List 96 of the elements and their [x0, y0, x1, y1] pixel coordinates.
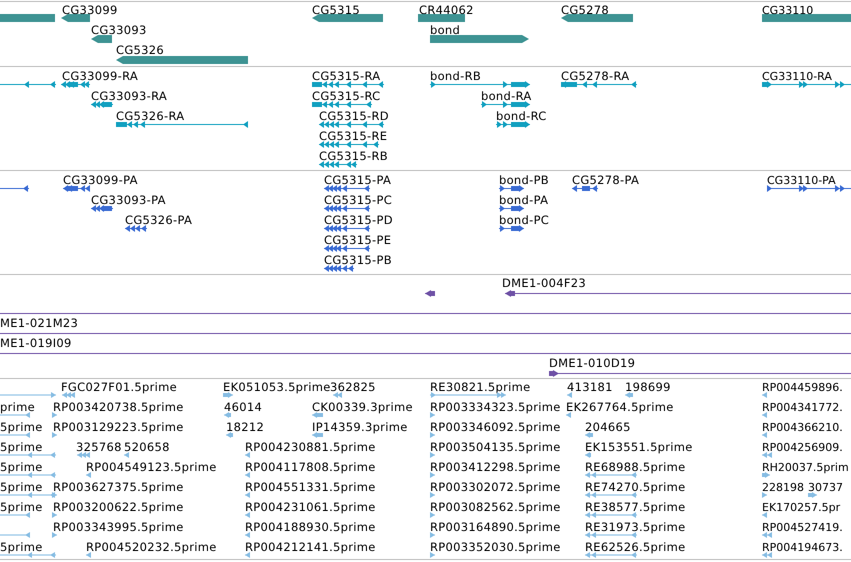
feature-label[interactable]: RP003627375.5prime	[53, 481, 184, 494]
feature-label[interactable]: CG5278-PA	[572, 174, 640, 187]
feature-label[interactable]: bond-RA	[481, 90, 532, 103]
feature-label[interactable]: RP004551331.5prime	[245, 481, 376, 494]
feature-label[interactable]: CG5315-PC	[324, 194, 392, 207]
feature-label[interactable]: RE30821.5prime	[430, 381, 531, 394]
feature-label[interactable]: bond-PA	[499, 194, 548, 207]
feature-label[interactable]: CG33099-PA	[63, 174, 138, 187]
feature-label[interactable]: CG5315-PA	[324, 174, 392, 187]
feature-label[interactable]: DME1-010D19	[549, 357, 636, 370]
feature-label[interactable]: EK267764.5prime	[566, 401, 674, 414]
feature-label[interactable]: RE38577.5prime	[585, 501, 686, 514]
feature-label[interactable]: CG5326	[116, 44, 164, 57]
feature-label[interactable]: 46014	[224, 401, 262, 414]
feature-label[interactable]: bond-RC	[496, 110, 547, 123]
feature-label[interactable]: RP003504135.5prime	[430, 441, 561, 454]
feature-label[interactable]: CK00339.3prime	[312, 401, 413, 414]
feature-label[interactable]: RE74270.5prime	[585, 481, 686, 494]
feature-label[interactable]: CG33110-PA	[767, 174, 836, 187]
feature-label[interactable]: prime	[0, 401, 36, 414]
feature-label[interactable]: RP004520232.5prime	[86, 541, 217, 554]
feature-label[interactable]: RP004256909.	[762, 441, 843, 454]
feature-label[interactable]: EK051053.5prime	[223, 381, 331, 394]
feature-label[interactable]: 5prime	[0, 541, 43, 554]
feature-label[interactable]: RP003346092.5prime	[430, 421, 561, 434]
feature-label[interactable]: RP003352030.5prime	[430, 541, 561, 554]
feature-label[interactable]: RP004549123.5prime	[86, 461, 217, 474]
feature-label[interactable]: RP004366210.	[762, 421, 843, 434]
feature-label[interactable]: 228198	[762, 481, 804, 494]
feature-label[interactable]: RP003334323.5prime	[430, 401, 561, 414]
feature-label[interactable]: 30737	[808, 481, 843, 494]
feature-label[interactable]: CG5315-RC	[312, 90, 381, 103]
feature-label[interactable]: CG33093-RA	[91, 90, 168, 103]
feature-label[interactable]: 5prime	[0, 461, 43, 474]
feature-label[interactable]: FGC027F01.5prime	[61, 381, 178, 394]
feature-label[interactable]: RE68988.5prime	[585, 461, 686, 474]
feature-label[interactable]: RP003412298.5prime	[430, 461, 561, 474]
feature-label[interactable]: bond-PC	[499, 214, 550, 227]
feature-label[interactable]: CG33110	[762, 4, 814, 17]
feature-label[interactable]: RP003343995.5prime	[53, 521, 184, 534]
feature-label[interactable]: RP003420738.5prime	[53, 401, 184, 414]
feature-label[interactable]: ME1-019I09	[0, 337, 72, 350]
feature-label[interactable]: RP003200622.5prime	[53, 501, 184, 514]
feature-label[interactable]: RP004459896.	[762, 381, 843, 394]
feature-label[interactable]: CR44062	[419, 4, 474, 17]
feature-label[interactable]: EK153551.5prime	[585, 441, 693, 454]
feature-label[interactable]: IP14359.3prime	[312, 421, 408, 434]
feature-label[interactable]: RE62526.5prime	[585, 541, 686, 554]
feature-label[interactable]: 325768	[76, 441, 122, 454]
feature-label[interactable]: RP004527419.	[762, 521, 843, 534]
feature-label[interactable]: DME1-004F23	[502, 277, 586, 290]
feature-label[interactable]: CG5326-RA	[116, 110, 184, 123]
feature-label[interactable]: CG5315	[312, 4, 360, 17]
feature-label[interactable]: CG33093-PA	[91, 194, 166, 207]
feature-label[interactable]: CG5278-RA	[561, 70, 630, 83]
feature-label[interactable]: CG5326-PA	[125, 214, 192, 227]
feature-label[interactable]: RP003164890.5prime	[430, 521, 561, 534]
feature-label[interactable]: CG33099-RA	[62, 70, 138, 83]
feature-label[interactable]: 5prime	[0, 421, 43, 434]
feature-label[interactable]: 520658	[124, 441, 170, 454]
feature-label[interactable]: RP004230881.5prime	[245, 441, 376, 454]
feature-label[interactable]: 413181	[567, 381, 613, 394]
feature-label[interactable]: bond-RB	[430, 70, 482, 83]
feature-label[interactable]: CG5315-PE	[324, 234, 392, 247]
feature-label[interactable]: 198699	[625, 381, 671, 394]
feature-label[interactable]: 18212	[226, 421, 264, 434]
feature-label[interactable]: CG5315-PD	[324, 214, 393, 227]
feature-label[interactable]: 5prime	[0, 481, 43, 494]
feature-label[interactable]: RP004231061.5prime	[245, 501, 376, 514]
feature-label[interactable]: 204665	[585, 421, 631, 434]
feature-label[interactable]: RP004188930.5prime	[245, 521, 376, 534]
feature-label[interactable]: RP004194673.	[762, 541, 843, 554]
feature-label[interactable]: RP003129223.5prime	[53, 421, 184, 434]
feature-label[interactable]: CG5315-RD	[319, 110, 389, 123]
feature-label[interactable]: RP004212141.5prime	[245, 541, 376, 554]
feature-label[interactable]: bond	[430, 24, 460, 37]
feature-label[interactable]: CG5315-PB	[324, 254, 392, 267]
feature-label[interactable]: CG5315-RB	[319, 150, 388, 163]
feature-label[interactable]: bond-PB	[499, 174, 549, 187]
feature-label[interactable]: 362825	[330, 381, 376, 394]
feature-label[interactable]: EK170257.5pr	[762, 501, 840, 514]
feature-label[interactable]: 5prime	[0, 441, 43, 454]
feature-label[interactable]: RH20037.5prim	[762, 461, 849, 474]
feature-label[interactable]: RP003302072.5prime	[430, 481, 561, 494]
feature-label[interactable]: CG33110-RA	[762, 70, 832, 83]
feature-label[interactable]: CG5278	[561, 4, 610, 17]
feature-label[interactable]: RP003082562.5prime	[430, 501, 561, 514]
feature-label[interactable]: RP004117808.5prime	[245, 461, 376, 474]
feature-label[interactable]: CG5315-RE	[319, 130, 388, 143]
feature-label[interactable]: CG33099	[62, 4, 118, 17]
feature-label[interactable]: ME1-021M23	[0, 317, 78, 330]
feature-label[interactable]: RE31973.5prime	[585, 521, 686, 534]
feature-label[interactable]: RP004341772.	[762, 401, 843, 414]
feature-label[interactable]: CG5315-RA	[312, 70, 380, 83]
feature-label[interactable]: 5prime	[0, 501, 43, 514]
feature-label[interactable]: CG33093	[91, 24, 147, 37]
